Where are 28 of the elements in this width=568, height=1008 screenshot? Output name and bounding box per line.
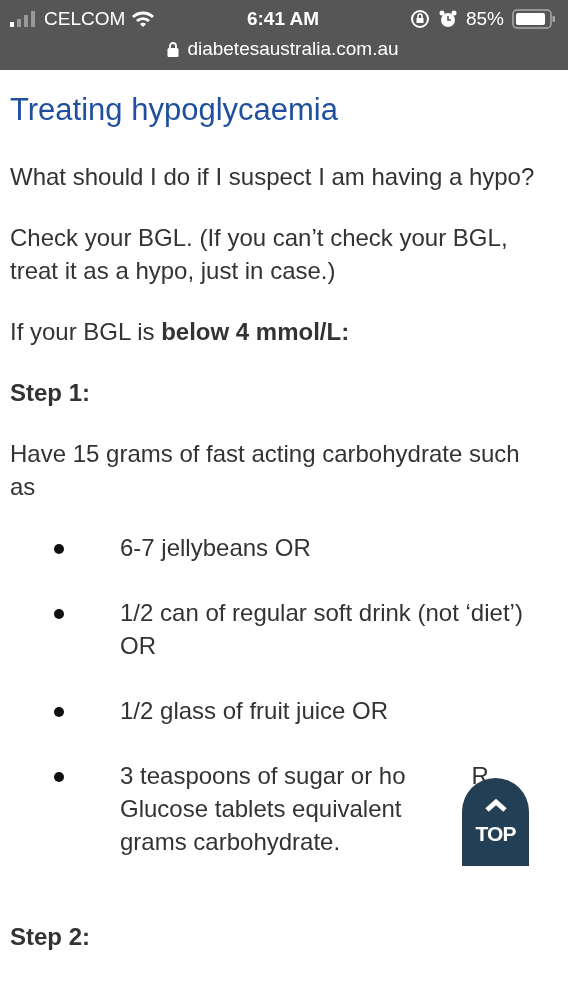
list-item-text: 1/2 glass of fruit juice OR <box>120 696 389 726</box>
chevron-up-icon <box>484 798 507 812</box>
battery-icon <box>512 9 556 29</box>
lock-icon <box>167 41 180 57</box>
bullet-icon <box>54 707 64 717</box>
list-item-text: 3 teaspoons of sugar or ho <box>120 761 406 791</box>
list-item-text: Glucose tablets equivalent <box>120 794 402 824</box>
paragraph: Have 15 grams of fast acting carbohydrate such as <box>10 439 521 502</box>
carrier-name: CELCOM <box>44 8 126 30</box>
list-item-text: 6-7 jellybeans OR <box>120 533 311 563</box>
bullet-icon <box>54 772 64 782</box>
url-text[interactable]: diabetesaustralia.com.au <box>187 38 399 60</box>
list-item-text: grams carbohydrate. <box>120 827 341 857</box>
bullet-icon <box>54 544 64 554</box>
paragraph: Check your BGL. (If you can’t check your BGL, treat it as a hypo, just in case.) <box>10 223 509 286</box>
step-heading: Step 2: <box>10 922 91 952</box>
wifi-icon <box>131 10 156 28</box>
alarm-icon <box>437 9 458 29</box>
clock-time: 6:41 AM <box>246 8 320 30</box>
step-heading: Step 1: <box>10 378 91 408</box>
signal-icon <box>10 11 38 27</box>
battery-percent: 85% <box>465 8 504 30</box>
paragraph: What should I do if I suspect I am having a hypo? <box>10 162 536 192</box>
page-title: Treating hypoglycaemia <box>10 91 338 129</box>
list-item-text: 1/2 can of regular soft drink (not ‘diet’) OR <box>120 598 524 661</box>
bullet-icon <box>54 609 64 619</box>
paragraph: If your BGL is below 4 mmol/L: <box>10 317 351 347</box>
rotation-lock-icon <box>409 9 430 29</box>
